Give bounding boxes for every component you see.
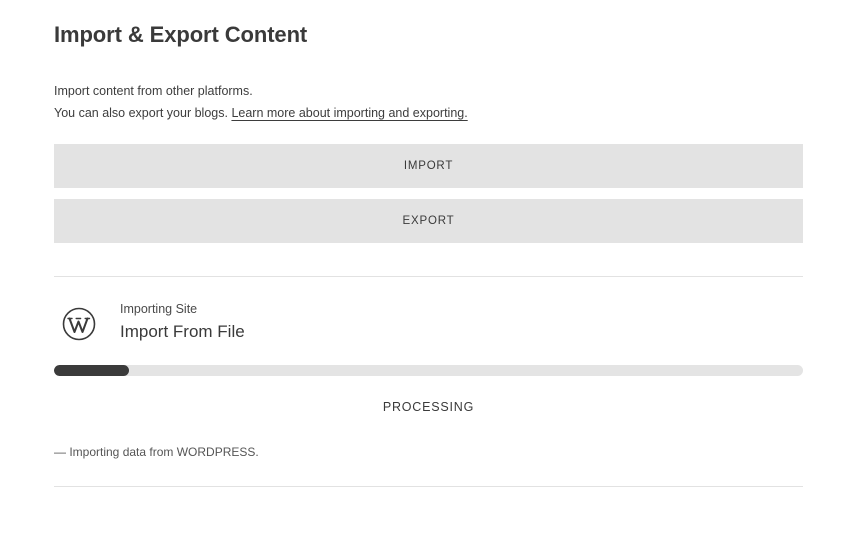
status-text: PROCESSING (382, 400, 475, 414)
import-log-line: — Importing data from WORDPRESS. (54, 445, 259, 459)
wordpress-icon (62, 307, 96, 341)
export-button[interactable]: EXPORT (54, 199, 803, 243)
page-title: Import & Export Content (54, 22, 308, 47)
import-export-page: Import & Export Content Import content f… (0, 0, 865, 560)
job-title: Import From File (120, 322, 245, 341)
intro-line-1: Import content from other platforms. (54, 84, 253, 98)
intro-text: Import content from other platforms. You… (54, 80, 468, 124)
progress-bar-fill (54, 365, 129, 376)
intro-line-2-text: You can also export your blogs. (54, 106, 232, 120)
import-button[interactable]: IMPORT (54, 144, 803, 188)
progress-bar (54, 365, 803, 376)
job-kicker: Importing Site (120, 302, 198, 316)
divider (54, 486, 803, 487)
learn-more-link[interactable]: Learn more about importing and exporting… (231, 106, 467, 120)
divider (54, 276, 803, 277)
intro-line-2: You can also export your blogs. Learn mo… (54, 102, 468, 124)
